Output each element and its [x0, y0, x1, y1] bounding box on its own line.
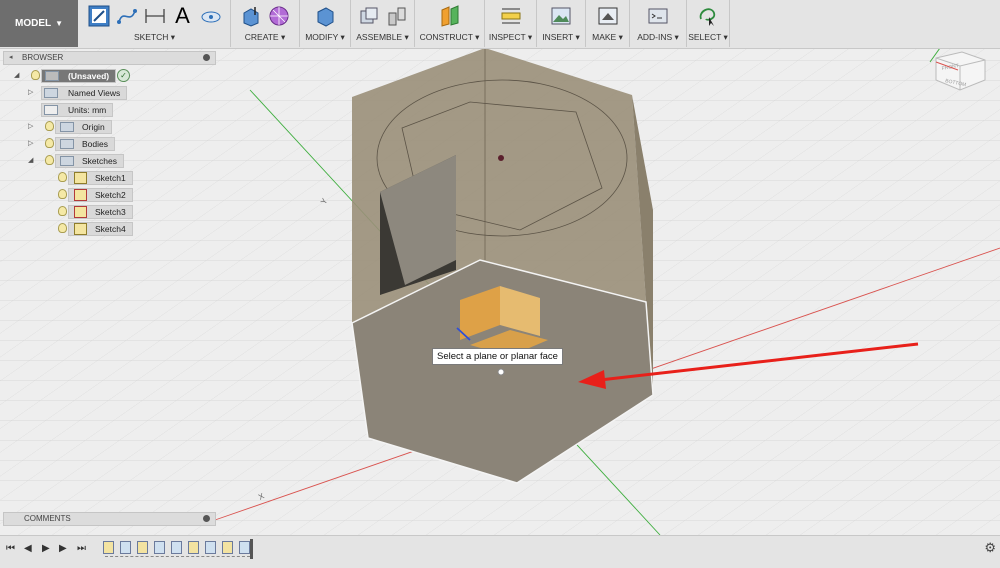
make-menu-label: MAKE: [592, 32, 617, 42]
addins-menu-label: ADD-INS: [637, 32, 673, 42]
modify-menu-label: MODIFY: [305, 32, 339, 42]
insert-image-icon[interactable]: [550, 5, 572, 27]
visibility-bulb-icon[interactable]: [58, 206, 67, 216]
browser-title: BROWSER: [22, 53, 64, 62]
visibility-bulb-icon[interactable]: [31, 70, 40, 80]
select-group[interactable]: SELECT ▾: [687, 0, 730, 47]
timeline-item[interactable]: [154, 541, 165, 554]
insert-group[interactable]: INSERT ▾: [537, 0, 586, 47]
press-pull-icon[interactable]: [314, 5, 336, 27]
chevron-down-icon: ▼: [55, 19, 64, 28]
folder-icon: [60, 139, 74, 149]
visibility-bulb-icon[interactable]: [58, 189, 67, 199]
timeline-item[interactable]: [103, 541, 114, 554]
expand-triangle-icon[interactable]: ◢: [14, 71, 19, 79]
toolbar: MODEL ▼ A SKETCH ▾ CREATE ▾ MODIFY ▾ ASS…: [0, 0, 1000, 49]
sketch-center-point: [498, 155, 504, 161]
sketch-icon: [74, 223, 87, 235]
folder-icon: [60, 156, 74, 166]
sketch-menu-label: SKETCH: [133, 32, 169, 42]
construct-group[interactable]: CONSTRUCT ▾: [415, 0, 485, 47]
sketch-group[interactable]: A SKETCH ▾: [79, 0, 231, 47]
panel-options-icon[interactable]: [203, 54, 210, 61]
visibility-bulb-icon[interactable]: [58, 223, 67, 233]
modify-group[interactable]: MODIFY ▾: [300, 0, 351, 47]
go-to-start-icon[interactable]: ⏮: [6, 543, 15, 554]
visibility-bulb-icon[interactable]: [58, 172, 67, 182]
step-back-icon[interactable]: ◀: [24, 543, 32, 554]
activate-check-icon[interactable]: ✓: [117, 69, 130, 82]
insert-menu-label: INSERT: [542, 32, 574, 42]
step-forward-icon[interactable]: ▶: [59, 543, 67, 554]
go-to-end-icon[interactable]: ⏭: [77, 543, 86, 554]
measure-icon[interactable]: [500, 5, 522, 27]
collapse-triangle-icon[interactable]: ◂: [9, 53, 13, 61]
spline-icon[interactable]: [116, 5, 138, 27]
project-icon[interactable]: [200, 5, 222, 27]
timeline-item[interactable]: [239, 541, 250, 554]
folder-icon: [44, 88, 58, 98]
comments-title: COMMENTS: [24, 514, 71, 523]
collapse-triangle-icon[interactable]: ◢: [28, 156, 33, 164]
construct-menu-label: CONSTRUCT: [419, 32, 473, 42]
timeline-marker[interactable]: [250, 539, 253, 559]
timeline-item[interactable]: [222, 541, 233, 554]
new-component-icon[interactable]: [358, 5, 380, 27]
offset-plane-icon[interactable]: [439, 5, 461, 27]
expand-triangle-icon[interactable]: ▷: [28, 88, 33, 96]
extrude-icon[interactable]: [240, 5, 262, 27]
workspace-switcher[interactable]: MODEL ▼: [0, 0, 78, 47]
timeline-item[interactable]: [120, 541, 131, 554]
addins-group[interactable]: ADD-INS ▾: [630, 0, 687, 47]
origin-point: [497, 368, 505, 376]
timeline-bar: ⏮ ◀ ▶ ▶ ⏭ ⚙: [0, 535, 1000, 568]
timeline-item[interactable]: [188, 541, 199, 554]
timeline-track: [105, 556, 250, 557]
expand-triangle-icon[interactable]: ▷: [28, 122, 33, 130]
expand-triangle-icon[interactable]: ▷: [28, 139, 33, 147]
dimension-icon[interactable]: [144, 5, 166, 27]
joint-icon[interactable]: [386, 5, 408, 27]
panel-options-icon[interactable]: [203, 515, 210, 522]
play-icon[interactable]: ▶: [42, 543, 50, 554]
browser-panel-header[interactable]: ◂ BROWSER: [3, 51, 216, 65]
scripts-icon[interactable]: [647, 5, 669, 27]
workspace-label: MODEL: [14, 18, 52, 29]
make-group[interactable]: MAKE ▾: [586, 0, 630, 47]
sketch-icon: [74, 206, 87, 218]
visibility-bulb-icon[interactable]: [45, 155, 54, 165]
text-icon[interactable]: A: [172, 5, 194, 27]
select-menu-label: SELECT: [688, 32, 722, 42]
canvas-viewport[interactable]: Y X FRONT BOTTOM: [0, 48, 1000, 535]
inspect-menu-label: INSPECT: [488, 32, 526, 42]
select-lasso-icon[interactable]: [697, 5, 719, 27]
selection-tooltip: Select a plane or planar face: [432, 348, 563, 365]
visibility-bulb-icon[interactable]: [45, 138, 54, 148]
create-menu-label: CREATE: [244, 32, 279, 42]
3d-print-icon[interactable]: [597, 5, 619, 27]
settings-gear-icon[interactable]: ⚙: [984, 540, 996, 556]
component-icon: [45, 71, 59, 81]
assemble-menu-label: ASSEMBLE: [356, 32, 403, 42]
create-sketch-icon[interactable]: [88, 5, 110, 27]
timeline-item[interactable]: [137, 541, 148, 554]
folder-icon: [60, 122, 74, 132]
timeline-item[interactable]: [205, 541, 216, 554]
assemble-group[interactable]: ASSEMBLE ▾: [351, 0, 415, 47]
form-icon[interactable]: [268, 5, 290, 27]
inspect-group[interactable]: INSPECT ▾: [485, 0, 537, 47]
visibility-bulb-icon[interactable]: [45, 121, 54, 131]
sketch-icon: [74, 189, 87, 201]
create-group[interactable]: CREATE ▾: [231, 0, 300, 47]
sketch-icon: [74, 172, 87, 184]
comments-panel-header[interactable]: COMMENTS: [3, 512, 216, 526]
timeline-item[interactable]: [171, 541, 182, 554]
document-icon: [44, 105, 58, 115]
